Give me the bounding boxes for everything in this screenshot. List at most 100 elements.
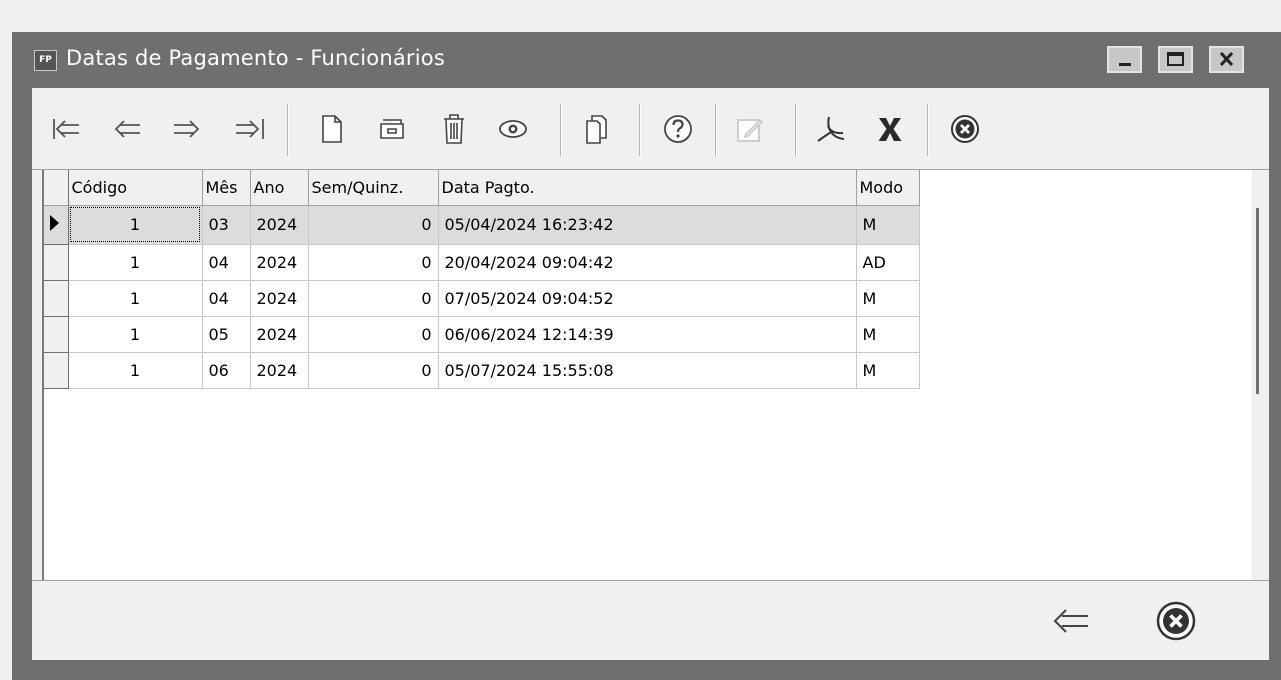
last-record-icon — [236, 119, 264, 139]
cell-sem-quinz[interactable]: 0 — [308, 205, 439, 245]
client-area: Código Mês Ano Sem/Quinz. Data Pagto. Mo… — [32, 88, 1269, 660]
cell-sem-quinz[interactable]: 0 — [308, 316, 439, 353]
next-record-icon — [174, 120, 200, 138]
cell-ano[interactable]: 2024 — [250, 244, 309, 281]
app-window: FP Datas de Pagamento - Funcionários Cód… — [12, 32, 1281, 680]
close-circle-icon — [951, 115, 979, 143]
toolbar-separator — [715, 104, 717, 156]
row-indicator[interactable] — [44, 316, 69, 353]
view-icon — [499, 120, 527, 138]
cell-data-pagto[interactable]: 05/07/2024 15:55:08 — [438, 352, 857, 389]
close-window-button[interactable] — [1152, 601, 1200, 641]
cell-ano[interactable]: 2024 — [250, 205, 309, 245]
current-row-indicator[interactable] — [44, 205, 69, 245]
cell-data-pagto[interactable]: 06/06/2024 12:14:39 — [438, 316, 857, 353]
cell-data-pagto[interactable]: 07/05/2024 09:04:52 — [438, 280, 857, 317]
new-record-button[interactable] — [314, 112, 350, 146]
row-indicator[interactable] — [44, 280, 69, 317]
cell-ano[interactable]: 2024 — [250, 352, 309, 389]
cell-codigo[interactable]: 1 — [68, 352, 203, 389]
table-row[interactable]: 1 06 2024 0 05/07/2024 15:55:08 M — [44, 352, 920, 389]
window-title: Datas de Pagamento - Funcionários — [66, 46, 445, 70]
delete-icon — [444, 114, 464, 144]
first-record-button[interactable] — [48, 112, 84, 146]
cell-sem-quinz[interactable]: 0 — [308, 244, 439, 281]
archive-icon — [380, 119, 404, 139]
table-header-row: Código Mês Ano Sem/Quinz. Data Pagto. Mo… — [44, 170, 920, 206]
cell-modo[interactable]: M — [856, 352, 920, 389]
last-record-button[interactable] — [232, 112, 268, 146]
edit-button[interactable] — [732, 112, 768, 146]
back-arrow-icon — [1053, 609, 1088, 633]
cell-ano[interactable]: 2024 — [250, 280, 309, 317]
excel-icon — [878, 118, 902, 141]
cell-modo[interactable]: AD — [856, 244, 920, 281]
cell-data-pagto[interactable]: 05/04/2024 16:23:42 — [438, 205, 857, 245]
toolbar-separator — [287, 104, 289, 156]
cell-sem-quinz[interactable]: 0 — [308, 280, 439, 317]
copy-button[interactable] — [578, 112, 614, 146]
back-button[interactable] — [1044, 601, 1092, 641]
cell-mes[interactable]: 04 — [202, 244, 251, 281]
column-header-codigo[interactable]: Código — [68, 170, 203, 206]
copy-icon — [586, 115, 607, 144]
maximize-icon — [1167, 52, 1184, 66]
title-bar[interactable]: FP Datas de Pagamento - Funcionários — [12, 32, 1281, 90]
cell-data-pagto[interactable]: 20/04/2024 09:04:42 — [438, 244, 857, 281]
cell-modo[interactable]: M — [856, 280, 920, 317]
maximize-button[interactable] — [1158, 46, 1193, 73]
close-form-button[interactable] — [947, 112, 983, 146]
view-button[interactable] — [495, 112, 531, 146]
cell-mes[interactable]: 04 — [202, 280, 251, 317]
cell-mes[interactable]: 06 — [202, 352, 251, 389]
table-row[interactable]: 1 04 2024 0 20/04/2024 09:04:42 AD — [44, 244, 920, 281]
minimize-button[interactable] — [1107, 46, 1142, 73]
first-record-icon — [53, 119, 79, 139]
toolbar — [32, 88, 1269, 170]
payment-dates-table: Código Mês Ano Sem/Quinz. Data Pagto. Mo… — [44, 170, 920, 389]
table-row[interactable]: 1 05 2024 0 06/06/2024 12:14:39 M — [44, 316, 920, 353]
bottom-button-bar — [32, 580, 1269, 660]
cell-sem-quinz[interactable]: 0 — [308, 352, 439, 389]
export-pdf-button[interactable] — [813, 112, 849, 146]
delete-button[interactable] — [436, 112, 472, 146]
column-header-modo[interactable]: Modo — [856, 170, 920, 206]
cell-ano[interactable]: 2024 — [250, 316, 309, 353]
close-icon — [1219, 51, 1234, 67]
pdf-icon — [817, 116, 845, 142]
cell-modo[interactable]: M — [856, 205, 920, 245]
toolbar-separator — [927, 104, 929, 156]
row-pointer-icon — [50, 214, 59, 231]
row-indicator[interactable] — [44, 244, 69, 281]
column-header-sem-quinz[interactable]: Sem/Quinz. — [308, 170, 439, 206]
cell-mes[interactable]: 03 — [202, 205, 251, 245]
table-row[interactable]: 1 04 2024 0 07/05/2024 09:04:52 M — [44, 280, 920, 317]
cell-codigo[interactable]: 1 — [68, 280, 203, 317]
cell-mes[interactable]: 05 — [202, 316, 251, 353]
cell-codigo[interactable]: 1 — [68, 316, 203, 353]
minimize-icon — [1119, 63, 1131, 66]
column-header-mes[interactable]: Mês — [202, 170, 251, 206]
data-grid[interactable]: Código Mês Ano Sem/Quinz. Data Pagto. Mo… — [42, 170, 1252, 580]
close-circle-icon — [1156, 601, 1196, 641]
new-icon — [322, 115, 342, 143]
archive-button[interactable] — [374, 112, 410, 146]
row-indicator[interactable] — [44, 352, 69, 389]
help-button[interactable] — [660, 112, 696, 146]
previous-record-button[interactable] — [108, 112, 144, 146]
close-button[interactable] — [1209, 46, 1244, 73]
vertical-scrollbar[interactable] — [1256, 208, 1259, 394]
help-icon — [664, 115, 692, 143]
cell-modo[interactable]: M — [856, 316, 920, 353]
previous-record-icon — [114, 120, 140, 138]
cell-codigo[interactable]: 1 — [68, 205, 203, 245]
column-header-ano[interactable]: Ano — [250, 170, 309, 206]
cell-codigo[interactable]: 1 — [68, 244, 203, 281]
column-header-data-pagto[interactable]: Data Pagto. — [438, 170, 857, 206]
table-row[interactable]: 1 03 2024 0 05/04/2024 16:23:42 M — [44, 205, 920, 245]
toolbar-separator — [639, 104, 641, 156]
app-icon: FP — [34, 50, 57, 71]
next-record-button[interactable] — [170, 112, 206, 146]
export-excel-button[interactable] — [872, 112, 908, 146]
toolbar-separator — [560, 104, 562, 156]
